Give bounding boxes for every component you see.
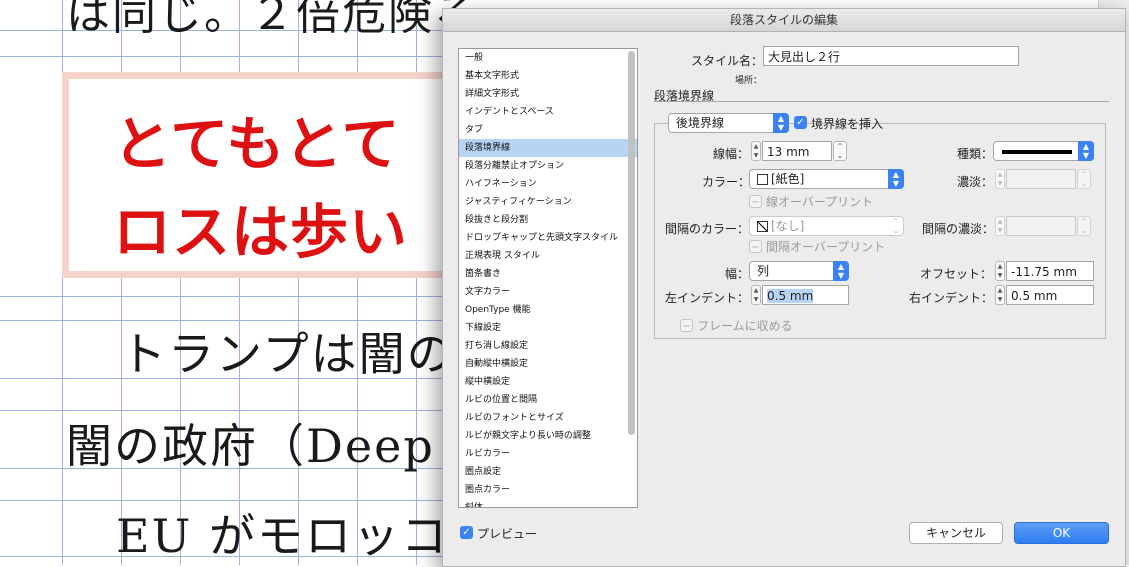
rule-type-value: 後境界線 <box>676 116 725 130</box>
chevron-updown-icon: ⌃ ⌄ <box>892 217 900 235</box>
offset-label: オフセット： <box>920 267 993 281</box>
insert-rule-checkbox[interactable]: ✓ <box>794 116 807 129</box>
category-item[interactable]: ジャスティフィケーション <box>459 193 637 211</box>
width-value: 列 <box>757 264 770 278</box>
category-item[interactable]: 段落分離禁止オプション <box>459 157 637 175</box>
paper-swatch-icon <box>757 174 768 185</box>
weight-dropdown-icon[interactable]: ⌃ ⌄ <box>833 141 847 161</box>
category-item[interactable]: 段抜きと段分割 <box>459 211 637 229</box>
doc-line-2: トランプは闇の <box>120 327 455 381</box>
gap-tint-stepper: ▲ ▼ <box>995 216 1005 236</box>
tint-dropdown-icon: ⌃ ⌄ <box>1077 169 1091 189</box>
gap-color-label: 間隔のカラー： <box>665 222 750 236</box>
kind-label: 種類： <box>957 147 994 161</box>
location-label: 場所： <box>735 76 763 86</box>
category-item[interactable]: インデントとスペース <box>459 103 637 121</box>
category-item[interactable]: 一般 <box>459 49 637 67</box>
gap-tint-dropdown-icon: ⌃ ⌄ <box>1077 216 1091 236</box>
category-item[interactable]: ドロップキャップと先頭文字スタイル <box>459 229 637 247</box>
category-item[interactable]: ハイフネーション <box>459 175 637 193</box>
left-indent-value: 0.5 mm <box>767 289 814 303</box>
weight-label: 線幅： <box>713 147 750 161</box>
category-item[interactable]: ルビの位置と間隔 <box>459 391 637 409</box>
dialog-title: 段落スタイルの編集 <box>443 9 1125 32</box>
callout-line-1: とてもとて <box>113 110 401 178</box>
category-list[interactable]: 一般 基本文字形式 詳細文字形式 インデントとスペース タブ 段落境界線 段落分離禁止オプシ… <box>458 48 638 508</box>
category-item[interactable]: ルビのフォントとサイズ <box>459 409 637 427</box>
category-item[interactable]: 自動縦中横設定 <box>459 355 637 373</box>
gap-overprint-checkbox[interactable]: − <box>749 240 762 253</box>
gap-tint-input <box>1006 216 1076 236</box>
width-select[interactable]: 列 ▲ ▼ <box>749 261 849 281</box>
offset-stepper[interactable]: ▲ ▼ <box>995 261 1005 281</box>
left-indent-label: 左インデント： <box>665 291 750 305</box>
keep-in-frame-label: フレームに収める <box>697 319 793 333</box>
category-item[interactable]: 詳細文字形式 <box>459 85 637 103</box>
category-item[interactable]: OpenType 機能 <box>459 301 637 319</box>
category-item[interactable]: 下線設定 <box>459 319 637 337</box>
gap-color-value: [なし] <box>771 219 805 233</box>
right-indent-label: 右インデント： <box>909 291 994 305</box>
category-item[interactable]: 圏点カラー <box>459 481 637 499</box>
callout-box: とてもとて ロスは歩い <box>62 72 462 278</box>
preview-checkbox[interactable]: ✓ <box>460 526 473 539</box>
keep-in-frame-checkbox[interactable]: − <box>680 319 693 332</box>
right-indent-stepper[interactable]: ▲ ▼ <box>995 285 1005 305</box>
doc-line-3: 闇の政府（Deep <box>66 419 435 473</box>
category-item[interactable]: ルビが親文字より長い時の調整 <box>459 427 637 445</box>
weight-stepper[interactable]: ▲ ▼ <box>751 141 761 161</box>
width-label: 幅： <box>725 267 750 281</box>
color-label: カラー： <box>702 175 751 189</box>
preview-label: プレビュー <box>477 527 538 541</box>
category-item[interactable]: 文字カラー <box>459 283 637 301</box>
category-item[interactable]: 斜体 <box>459 499 637 507</box>
doc-line-4: EU がモロッコ <box>116 509 449 563</box>
category-item[interactable]: 正規表現 スタイル <box>459 247 637 265</box>
gap-overprint-label: 間隔オーバープリント <box>766 240 886 254</box>
line-type-swatch <box>1002 150 1072 154</box>
ok-button[interactable]: OK <box>1014 522 1109 544</box>
callout-line-2: ロスは歩い <box>113 198 409 266</box>
color-value: [紙色] <box>771 172 805 186</box>
tint-input <box>1006 169 1076 189</box>
category-item[interactable]: 基本文字形式 <box>459 67 637 85</box>
category-item[interactable]: ルビカラー <box>459 445 637 463</box>
overprint-label: 線オーバープリント <box>766 195 874 209</box>
paragraph-style-dialog: 段落スタイルの編集 一般 基本文字形式 詳細文字形式 インデントとスペース タブ 段落境界… <box>442 8 1126 567</box>
insert-rule-label: 境界線を挿入 <box>811 117 884 131</box>
chevron-updown-icon: ▲ ▼ <box>888 169 904 189</box>
none-swatch-icon <box>757 221 768 232</box>
style-name-input[interactable]: 大見出し２行 <box>763 46 1019 66</box>
overprint-checkbox[interactable]: − <box>749 195 762 208</box>
chevron-updown-icon: ▲ ▼ <box>833 261 849 281</box>
chevron-updown-icon: ▲ ▼ <box>773 113 789 133</box>
section-divider <box>654 101 1109 102</box>
offset-input[interactable]: -11.75 mm <box>1006 261 1094 281</box>
tint-label: 濃淡： <box>957 175 994 189</box>
right-indent-input[interactable]: 0.5 mm <box>1006 285 1094 305</box>
kind-select[interactable]: ▲ ▼ <box>993 141 1094 161</box>
rule-type-select[interactable]: 後境界線 ▲ ▼ <box>668 113 789 133</box>
category-item[interactable]: 箇条書き <box>459 265 637 283</box>
category-item[interactable]: 打ち消し線設定 <box>459 337 637 355</box>
category-item[interactable]: タブ <box>459 121 637 139</box>
cancel-button[interactable]: キャンセル <box>909 522 1003 544</box>
weight-input[interactable]: 13 mm <box>762 141 832 161</box>
category-item[interactable]: 圏点設定 <box>459 463 637 481</box>
gap-color-select: [なし] ⌃ ⌄ <box>749 216 904 236</box>
category-item[interactable]: 段落境界線 <box>459 139 637 157</box>
category-scrollbar[interactable] <box>628 51 635 435</box>
color-select[interactable]: [紙色] ▲ ▼ <box>749 169 904 189</box>
left-indent-stepper[interactable]: ▲ ▼ <box>751 285 761 305</box>
doc-line-1: は同じ。２倍危険ろ <box>66 0 480 40</box>
category-item[interactable]: 縦中横設定 <box>459 373 637 391</box>
tint-stepper: ▲ ▼ <box>995 169 1005 189</box>
chevron-updown-icon: ▲ ▼ <box>1078 141 1094 161</box>
left-indent-input[interactable]: 0.5 mm <box>762 285 849 305</box>
gap-tint-label: 間隔の濃淡： <box>922 222 995 236</box>
style-name-label: スタイル名： <box>691 54 764 68</box>
